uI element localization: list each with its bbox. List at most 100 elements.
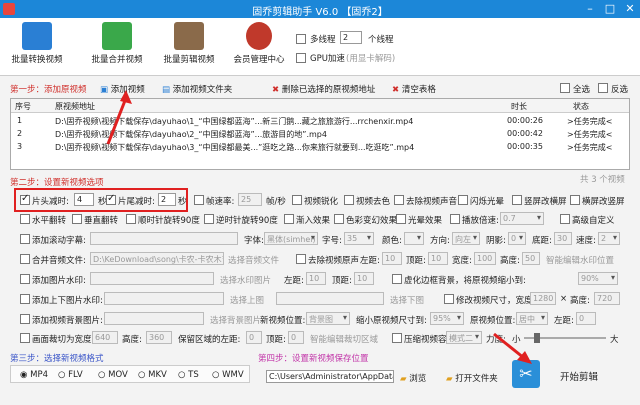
format-mov-radio[interactable]: ○ MOV — [98, 370, 128, 380]
wm-left-input[interactable]: 10 — [382, 252, 402, 265]
image-wm-checkbox[interactable] — [20, 274, 30, 284]
top-image-input[interactable] — [104, 292, 224, 305]
crop-width-input[interactable]: 640 — [92, 331, 118, 344]
scroll-speed-select[interactable]: 2 — [598, 232, 620, 245]
shadow-select[interactable]: 0 — [508, 232, 526, 245]
close-icon[interactable]: ✕ — [620, 0, 640, 18]
member-center-button[interactable]: 会员管理中心 — [226, 22, 292, 65]
crop-height-input[interactable]: 360 — [146, 331, 172, 344]
orig-position-select[interactable]: 居中 — [516, 312, 548, 325]
new-height-input[interactable]: 720 — [594, 292, 620, 305]
minimize-icon[interactable]: – — [580, 0, 600, 18]
bottom-input[interactable]: 30 — [554, 232, 572, 245]
batch-convert-button[interactable]: 批量转换视频 — [4, 22, 70, 65]
image-wm-input[interactable] — [90, 272, 214, 285]
portrait-to-landscape-checkbox[interactable] — [512, 195, 522, 205]
rotate-ccw-checkbox[interactable] — [204, 214, 214, 224]
frame-rate-checkbox[interactable] — [194, 195, 204, 205]
tail-cut-input[interactable]: 2 — [158, 193, 176, 206]
batch-edit-button[interactable]: 批量剪辑视频 — [156, 22, 222, 65]
flicker-checkbox[interactable] — [458, 195, 468, 205]
threads-input[interactable]: 2 — [340, 31, 362, 44]
landscape-to-portrait-checkbox[interactable] — [570, 195, 580, 205]
wm-top-input[interactable]: 10 — [428, 252, 448, 265]
format-mkv-radio[interactable]: ○ MKV — [138, 370, 167, 380]
vflip-checkbox[interactable] — [72, 214, 82, 224]
audio-path-input[interactable]: D:\KeDownload\song\卡农-卡农木吉他循 — [90, 252, 224, 265]
bg-image-input[interactable] — [104, 312, 204, 325]
multithread-checkbox[interactable] — [296, 34, 306, 44]
advanced-checkbox[interactable] — [560, 214, 570, 224]
invert-checkbox[interactable] — [598, 83, 608, 93]
clear-table-button[interactable]: ✖ 清空表格 — [392, 83, 436, 95]
font-select[interactable]: 黑体(simhei) — [264, 232, 318, 245]
toolbar: 批量转换视频 批量合并视频 批量剪辑视频 会员管理中心 多线程 2 个线程 GP… — [0, 18, 640, 76]
pick-top-button[interactable]: 选择上图 — [230, 294, 264, 306]
audio-checkbox[interactable] — [20, 254, 30, 264]
slider-thumb[interactable] — [534, 333, 540, 343]
subtitle-input[interactable] — [90, 232, 238, 245]
select-all-checkbox[interactable] — [560, 83, 570, 93]
wm-height-input[interactable]: 50 — [522, 252, 540, 265]
updown-wm-checkbox[interactable] — [20, 294, 30, 304]
pick-bg-button[interactable]: 选择背景图片 — [210, 314, 261, 326]
speed-select[interactable]: 0.7 — [500, 212, 544, 225]
subtitle-checkbox[interactable] — [20, 234, 30, 244]
crop-top-input[interactable]: 0 — [288, 331, 304, 344]
mute-checkbox[interactable] — [394, 195, 404, 205]
remove-orig-audio-checkbox[interactable] — [296, 254, 306, 264]
invert-label: 反选 — [611, 85, 629, 95]
folder-icon: ▤ — [162, 85, 171, 95]
delete-selected-button[interactable]: ✖ 删除已选择的原视频地址 — [272, 83, 375, 95]
smart-wm-button[interactable]: 智能编辑水印位置 — [546, 254, 614, 266]
smart-crop-button[interactable]: 智能编辑裁切区域 — [310, 333, 378, 345]
glow-checkbox[interactable] — [396, 214, 406, 224]
tail-cut-checkbox[interactable] — [106, 193, 116, 205]
blur-bg-checkbox[interactable] — [392, 274, 402, 284]
add-folder-button[interactable]: ▤ 添加视频文件夹 — [162, 83, 232, 95]
batch-merge-button[interactable]: 批量合并视频 — [84, 22, 150, 65]
modify-size-checkbox[interactable] — [444, 294, 454, 304]
format-ts-radio[interactable]: ○ TS — [178, 370, 199, 380]
maximize-icon[interactable]: □ — [600, 0, 620, 18]
color-select[interactable] — [404, 232, 424, 245]
bg-image-checkbox[interactable] — [20, 314, 30, 324]
pick-wm-button[interactable]: 选择水印图片 — [220, 274, 271, 286]
compress-checkbox[interactable] — [392, 333, 402, 343]
compress-mode-select[interactable]: 模式二 — [446, 331, 482, 344]
image-wm-top-input[interactable]: 10 — [354, 272, 374, 285]
bg-left-input[interactable]: 0 — [576, 312, 596, 325]
desaturate-checkbox[interactable] — [344, 195, 354, 205]
direction-select[interactable]: 向左 — [452, 232, 480, 245]
fade-in-checkbox[interactable] — [284, 214, 294, 224]
bottom-image-input[interactable] — [276, 292, 384, 305]
open-folder-button[interactable]: ▰ 打开文件夹 — [446, 372, 498, 384]
pick-bottom-button[interactable]: 选择下图 — [390, 294, 424, 306]
rotate-cw-checkbox[interactable] — [126, 214, 136, 224]
pick-audio-button[interactable]: 选择音频文件 — [228, 254, 279, 266]
sharpen-checkbox[interactable] — [292, 195, 302, 205]
image-wm-left-input[interactable]: 10 — [306, 272, 326, 285]
col-path: 原视频地址 — [55, 102, 95, 111]
color-shift-checkbox[interactable] — [334, 214, 344, 224]
crop-checkbox[interactable] — [20, 333, 30, 343]
format-mp4-radio[interactable]: ◉ MP4 — [20, 370, 48, 380]
browse-button[interactable]: ▰ 浏览 — [400, 372, 426, 384]
shrink-select[interactable]: 95% — [430, 312, 464, 325]
format-wmv-radio[interactable]: ○ WMV — [212, 370, 244, 380]
wm-width-input[interactable]: 100 — [474, 252, 496, 265]
speed-checkbox[interactable] — [450, 214, 460, 224]
frame-rate-input[interactable]: 25 — [238, 193, 262, 206]
bg-position-select[interactable]: 背景图 — [306, 312, 350, 325]
hflip-checkbox[interactable] — [20, 214, 30, 224]
head-cut-input[interactable]: 4 — [74, 193, 94, 206]
head-cut-checkbox[interactable] — [20, 193, 30, 205]
crop-left-input[interactable]: 0 — [246, 331, 262, 344]
format-flv-radio[interactable]: ○ FLV — [58, 370, 83, 380]
save-path-input[interactable]: C:\Users\Administrator\AppData\Lo — [266, 370, 394, 383]
start-edit-button[interactable]: 开始剪辑 — [560, 369, 598, 383]
new-width-input[interactable]: 1280 — [530, 292, 556, 305]
font-size-select[interactable]: 35 — [344, 232, 374, 245]
blur-scale-select[interactable]: 90% — [578, 272, 618, 285]
gpu-checkbox[interactable] — [296, 53, 306, 63]
